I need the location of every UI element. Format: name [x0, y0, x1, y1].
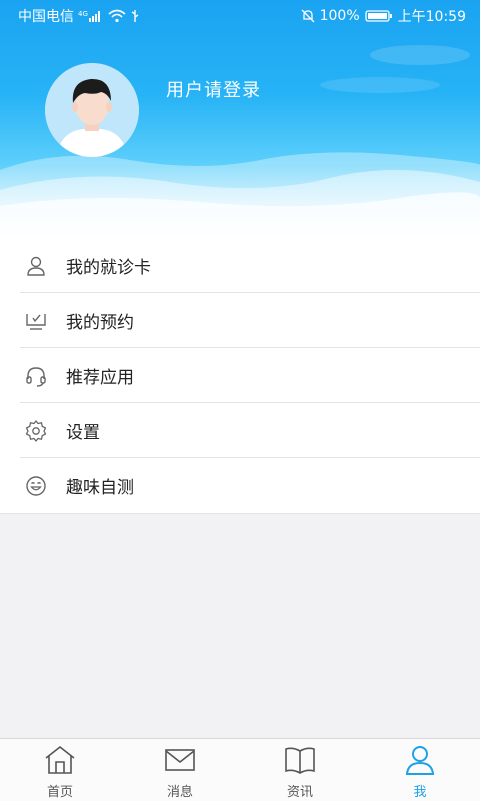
bottom-tab-bar: 首页 消息 资讯 我	[0, 738, 480, 801]
status-bar: 中国电信 4G 100% 上午10:59	[0, 0, 480, 30]
tab-messages[interactable]: 消息	[120, 739, 240, 801]
svg-text:4G: 4G	[78, 10, 88, 18]
smile-icon	[26, 475, 46, 496]
wifi-icon	[108, 9, 126, 23]
battery-icon	[364, 10, 392, 22]
book-icon	[285, 747, 315, 774]
menu-item-label: 设置	[66, 423, 100, 443]
menu-item-appointments[interactable]: 我的预约	[0, 293, 480, 348]
carrier-label: 中国电信	[18, 9, 74, 25]
envelope-icon	[165, 749, 195, 771]
menu-item-medical-card[interactable]: 我的就诊卡	[0, 238, 480, 293]
profile-menu: 我的就诊卡 我的预约 推荐应用 设置 趣味自测	[0, 238, 480, 514]
menu-item-label: 我的预约	[66, 313, 134, 333]
user-card-icon	[27, 256, 45, 276]
tab-me[interactable]: 我	[360, 739, 480, 801]
gear-icon	[25, 419, 47, 442]
tab-home[interactable]: 首页	[0, 739, 120, 801]
monitor-icon	[26, 313, 46, 330]
tab-label: 我	[413, 785, 427, 800]
tab-label: 资讯	[286, 785, 313, 800]
clock: 上午10:59	[397, 9, 466, 25]
usb-icon	[131, 10, 139, 22]
menu-item-settings[interactable]: 设置	[0, 403, 480, 458]
avatar[interactable]	[45, 63, 139, 157]
tab-label: 首页	[46, 785, 73, 800]
menu-item-recommended-apps[interactable]: 推荐应用	[0, 348, 480, 403]
tab-news[interactable]: 资讯	[240, 739, 360, 801]
tab-label: 消息	[166, 785, 193, 800]
mute-bell-icon	[301, 9, 315, 23]
default-avatar-icon	[45, 63, 139, 157]
battery-percent: 100%	[319, 8, 360, 24]
person-icon	[405, 746, 435, 775]
login-prompt[interactable]: 用户请登录	[166, 76, 261, 102]
headset-icon	[26, 366, 46, 387]
menu-item-label: 趣味自测	[66, 478, 134, 498]
signal-icon: 4G	[78, 10, 100, 22]
menu-item-fun-test[interactable]: 趣味自测	[0, 458, 480, 513]
menu-item-label: 我的就诊卡	[66, 258, 151, 278]
home-icon	[45, 745, 75, 774]
profile-header: 中国电信 4G 100% 上午10:59 用户请登录	[0, 0, 480, 238]
menu-item-label: 推荐应用	[66, 368, 134, 388]
